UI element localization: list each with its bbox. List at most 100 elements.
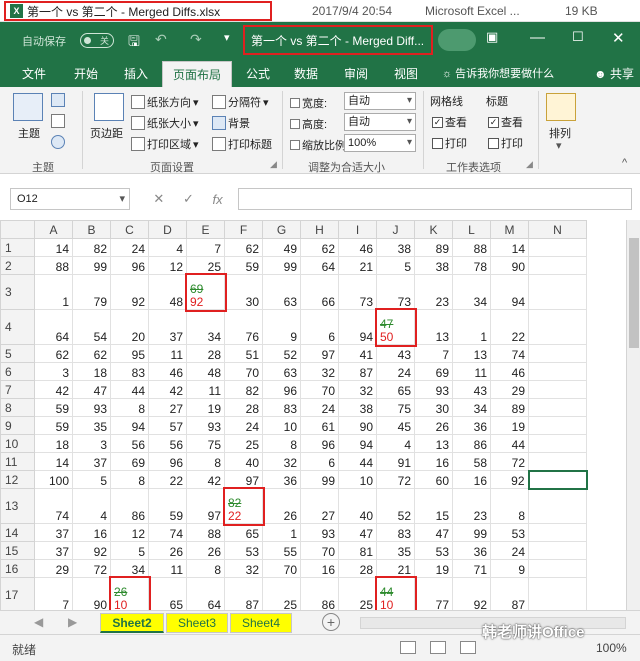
column-header-n[interactable]: N [528, 220, 587, 239]
column-header-k[interactable]: K [414, 220, 453, 239]
cell[interactable]: 16 [72, 523, 111, 542]
background-button[interactable]: 背景 [212, 115, 250, 131]
cell[interactable]: 99 [72, 256, 111, 275]
cell[interactable]: 72 [490, 452, 529, 471]
headings-print-checkbox[interactable]: 打印 [488, 135, 523, 151]
cell[interactable]: 83 [376, 523, 415, 542]
cell[interactable]: 16 [414, 452, 453, 471]
colors-button[interactable] [51, 93, 65, 107]
cell[interactable]: 70 [224, 362, 263, 381]
gridlines-view-checkbox[interactable]: ✓ 查看 [432, 114, 467, 130]
file-name-highlight[interactable]: X 第一个 vs 第二个 - Merged Diffs.xlsx [4, 1, 272, 21]
cell[interactable] [528, 541, 587, 560]
cell[interactable]: 11 [148, 559, 187, 578]
cell[interactable] [528, 344, 587, 363]
print-area-button[interactable]: 打印区域 ▾ [131, 136, 199, 152]
row-header[interactable]: 13 [0, 488, 35, 524]
cell[interactable]: 11 [452, 362, 491, 381]
cell[interactable]: 24 [110, 238, 149, 257]
cell[interactable]: 99 [300, 470, 339, 489]
cell[interactable]: 43 [452, 380, 491, 399]
diff-cell[interactable]: 69 92 [186, 274, 225, 310]
cell[interactable]: 7 [414, 344, 453, 363]
cell[interactable]: 99 [452, 523, 491, 542]
cell[interactable]: 29 [490, 380, 529, 399]
cell[interactable]: 18 [34, 434, 73, 453]
cell[interactable]: 63 [262, 362, 301, 381]
column-header-m[interactable]: M [490, 220, 529, 239]
cell[interactable]: 7 [186, 238, 225, 257]
cell[interactable]: 83 [110, 362, 149, 381]
cell[interactable]: 62 [224, 238, 263, 257]
cell[interactable]: 75 [186, 434, 225, 453]
effects-button[interactable] [51, 135, 65, 149]
cell[interactable]: 36 [452, 416, 491, 435]
cell[interactable]: 61 [300, 416, 339, 435]
cell[interactable]: 91 [376, 452, 415, 471]
cell[interactable]: 95 [110, 344, 149, 363]
cell[interactable]: 74 [490, 344, 529, 363]
row-header[interactable]: 11 [0, 452, 35, 471]
cell[interactable] [528, 309, 587, 345]
formula-input[interactable] [238, 188, 632, 210]
print-titles-button[interactable]: 打印标题 [212, 136, 272, 152]
cell[interactable]: 21 [338, 256, 377, 275]
diff-cell[interactable]: 44 10 [376, 577, 415, 610]
cell[interactable]: 94 [490, 274, 529, 310]
page-layout-view-icon[interactable] [430, 641, 446, 654]
cell[interactable]: 46 [148, 362, 187, 381]
cell[interactable]: 90 [338, 416, 377, 435]
cell[interactable]: 88 [186, 523, 225, 542]
cell[interactable]: 14 [34, 238, 73, 257]
column-header-l[interactable]: L [452, 220, 491, 239]
cell[interactable]: 6 [300, 309, 339, 345]
cell[interactable]: 96 [110, 256, 149, 275]
zoom-level[interactable]: 100% [596, 641, 627, 655]
cell[interactable]: 88 [34, 256, 73, 275]
cell[interactable]: 24 [376, 362, 415, 381]
cell[interactable]: 77 [414, 577, 453, 610]
cell[interactable]: 19 [186, 398, 225, 417]
cell[interactable]: 21 [376, 559, 415, 578]
cell[interactable]: 14 [34, 452, 73, 471]
minimize-icon[interactable]: — [530, 29, 545, 46]
cell[interactable]: 63 [262, 274, 301, 310]
column-header-a[interactable]: A [34, 220, 73, 239]
cell[interactable]: 26 [414, 416, 453, 435]
cell[interactable]: 28 [186, 344, 225, 363]
cell[interactable]: 96 [300, 434, 339, 453]
tab-data[interactable]: 数据 [294, 65, 318, 82]
cell[interactable]: 100 [34, 470, 73, 489]
cell[interactable]: 96 [148, 452, 187, 471]
diff-cell[interactable]: 82 22 [224, 488, 263, 524]
cell[interactable]: 97 [224, 470, 263, 489]
cell[interactable]: 35 [72, 416, 111, 435]
cell[interactable]: 86 [110, 488, 149, 524]
dialog-launcher-icon[interactable]: ◢ [270, 159, 277, 170]
cell[interactable]: 32 [338, 380, 377, 399]
cell[interactable]: 93 [72, 398, 111, 417]
cell[interactable]: 22 [148, 470, 187, 489]
cell[interactable]: 1 [262, 523, 301, 542]
cell[interactable]: 26 [148, 541, 187, 560]
tab-page-layout[interactable]: 页面布局 [162, 61, 233, 87]
cell[interactable]: 23 [452, 488, 491, 524]
cell[interactable]: 37 [34, 541, 73, 560]
cell[interactable]: 89 [490, 398, 529, 417]
cell[interactable]: 73 [376, 274, 415, 310]
cell[interactable]: 30 [414, 398, 453, 417]
column-header-g[interactable]: G [262, 220, 301, 239]
cell[interactable]: 32 [224, 559, 263, 578]
cell[interactable]: 56 [148, 434, 187, 453]
cell[interactable]: 19 [490, 416, 529, 435]
sheet-tab-sheet2[interactable]: Sheet2 [100, 613, 164, 633]
cell[interactable]: 26 [186, 541, 225, 560]
close-icon[interactable]: ✕ [612, 29, 625, 47]
cell[interactable] [528, 416, 587, 435]
row-header[interactable]: 7 [0, 380, 35, 399]
cell[interactable] [528, 577, 587, 610]
redo-icon[interactable]: ↷ [190, 31, 202, 48]
row-header[interactable]: 4 [0, 309, 35, 345]
cell[interactable]: 58 [452, 452, 491, 471]
cell[interactable]: 35 [376, 541, 415, 560]
